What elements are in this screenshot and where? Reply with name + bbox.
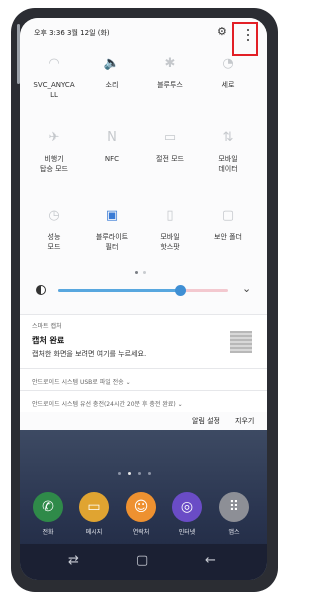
quick-tile-label: 세로 bbox=[221, 81, 235, 89]
highlight-box bbox=[232, 22, 258, 56]
notification-app: 안드로이드 시스템 유선 충전(24시간 20분 후 충전 완료) ⌄ bbox=[32, 401, 183, 408]
quick-tile[interactable]: ◔ 세로 bbox=[200, 52, 256, 90]
notification-body: 캡처한 화면을 보려면 여기를 누르세요. bbox=[32, 350, 147, 358]
quick-tile[interactable]: ▭ 절전 모드 bbox=[142, 126, 198, 164]
quick-tile[interactable]: ◷ 성능 모드 bbox=[26, 204, 82, 252]
message-icon: ▭ bbox=[79, 492, 109, 522]
dock-app-label: 연락처 bbox=[132, 529, 150, 536]
notification-capture[interactable]: 스마트 캡처 캡처 완료 캡처한 화면을 보려면 여기를 누르세요. bbox=[20, 314, 267, 369]
quick-tile[interactable]: ▣ 블루라이트 필터 bbox=[84, 204, 140, 252]
page-indicator bbox=[135, 271, 151, 275]
phone-icon: ✆ bbox=[33, 492, 63, 522]
airplane-icon: ✈ bbox=[48, 129, 60, 145]
quick-tile[interactable]: ◠ SVC_ANYCA LL bbox=[26, 52, 82, 100]
recent-apps-icon[interactable]: ⇄ bbox=[68, 553, 79, 568]
brightness-thumb[interactable] bbox=[175, 285, 187, 296]
quick-tile-label: 모바일 데이터 bbox=[218, 155, 238, 173]
rotation-lock-icon: ◔ bbox=[222, 55, 234, 71]
capture-thumbnail bbox=[230, 331, 252, 353]
brightness-slider[interactable] bbox=[58, 285, 228, 296]
home-page-indicator bbox=[118, 472, 178, 476]
quick-tile-label: 비행기 탑승 모드 bbox=[40, 155, 68, 173]
dock-app-label: 메시지 bbox=[85, 529, 103, 536]
notification-actions: 알림 설정 지우기 bbox=[20, 412, 267, 430]
quick-tile-label: 보안 폴더 bbox=[214, 233, 242, 241]
sound-icon: 🔈 bbox=[103, 55, 121, 71]
clear-button[interactable]: 지우기 bbox=[235, 416, 254, 426]
quick-tile[interactable]: N NFC bbox=[84, 126, 140, 164]
quick-tile[interactable]: ✱ 블루투스 bbox=[142, 52, 198, 90]
performance-icon: ◷ bbox=[48, 207, 60, 223]
quick-tile-label: 성능 모드 bbox=[47, 233, 61, 251]
brightness-icon bbox=[36, 285, 46, 295]
notification-settings-button[interactable]: 알림 설정 bbox=[192, 416, 220, 426]
quick-tile[interactable]: ▢ 보안 폴더 bbox=[200, 204, 256, 242]
quick-tile-label: NFC bbox=[104, 155, 120, 163]
status-time-date: 오후 3:36 3월 12일 (화) bbox=[34, 29, 110, 37]
apps-icon: ⠿ bbox=[219, 492, 249, 522]
notification-app: 스마트 캡처 bbox=[32, 323, 62, 330]
nfc-icon: N bbox=[107, 129, 117, 145]
quick-tile-label: 소리 bbox=[105, 81, 119, 89]
quick-tile-label: 블루투스 bbox=[157, 81, 183, 89]
notification-usb[interactable]: 안드로이드 시스템 USB로 파일 전송 ⌄ bbox=[20, 368, 267, 391]
dock-app-label: 인터넷 bbox=[178, 529, 196, 536]
quick-tile[interactable]: ⇅ 모바일 데이터 bbox=[200, 126, 256, 174]
quick-tile-label: 블루라이트 필터 bbox=[95, 233, 129, 251]
quick-panel: 오후 3:36 3월 12일 (화) ⚙ ◠ SVC_ANYCA LL 🔈 소리 ✱ 블루… bbox=[20, 18, 267, 430]
quick-tile-label: 절전 모드 bbox=[156, 155, 184, 163]
quick-tile[interactable]: ▯ 모바일 핫스팟 bbox=[142, 204, 198, 252]
hotspot-icon: ▯ bbox=[166, 207, 174, 223]
navigation-bar: ⇄ ▢ ← bbox=[20, 544, 267, 580]
secure-folder-icon: ▢ bbox=[221, 207, 235, 223]
power-saving-icon: ▭ bbox=[163, 129, 177, 145]
quick-tile-label: 모바일 핫스팟 bbox=[160, 233, 180, 251]
dock-app[interactable]: ▭ 메시지 bbox=[77, 492, 111, 536]
quick-tile[interactable]: 🔈 소리 bbox=[84, 52, 140, 90]
back-icon[interactable]: ← bbox=[205, 553, 216, 568]
notification-app: 안드로이드 시스템 USB로 파일 전송 ⌄ bbox=[32, 379, 131, 386]
wifi-icon: ◠ bbox=[48, 55, 60, 71]
gear-icon[interactable]: ⚙ bbox=[217, 25, 227, 38]
quick-tile-label: SVC_ANYCA LL bbox=[33, 81, 75, 99]
brightness-fill bbox=[58, 289, 181, 292]
chevron-down-icon[interactable]: ⌄ bbox=[242, 282, 251, 295]
dock-app[interactable]: ⠿ 앱스 bbox=[217, 492, 251, 536]
bluetooth-icon: ✱ bbox=[164, 55, 176, 71]
dock-app[interactable]: ◎ 인터넷 bbox=[170, 492, 204, 536]
home-icon[interactable]: ▢ bbox=[136, 553, 148, 568]
notification-charging[interactable]: 안드로이드 시스템 유선 충전(24시간 20분 후 충전 완료) ⌄ bbox=[20, 390, 267, 413]
dock-app-label: 앱스 bbox=[228, 529, 240, 536]
contacts-icon: ☺ bbox=[126, 492, 156, 522]
quick-tile[interactable]: ✈ 비행기 탑승 모드 bbox=[26, 126, 82, 174]
dock-app-label: 전화 bbox=[42, 529, 54, 536]
dock-app[interactable]: ✆ 전화 bbox=[31, 492, 65, 536]
mobile-data-icon: ⇅ bbox=[222, 129, 234, 145]
blue-light-filter-icon: ▣ bbox=[105, 207, 119, 223]
dock-app[interactable]: ☺ 연락처 bbox=[124, 492, 158, 536]
status-bar: 오후 3:36 3월 12일 (화) ⚙ bbox=[20, 18, 267, 56]
notification-title: 캡처 완료 bbox=[32, 336, 65, 345]
internet-icon: ◎ bbox=[172, 492, 202, 522]
screen: 오후 3:36 3월 12일 (화) ⚙ ◠ SVC_ANYCA LL 🔈 소리 ✱ 블루… bbox=[20, 18, 267, 580]
